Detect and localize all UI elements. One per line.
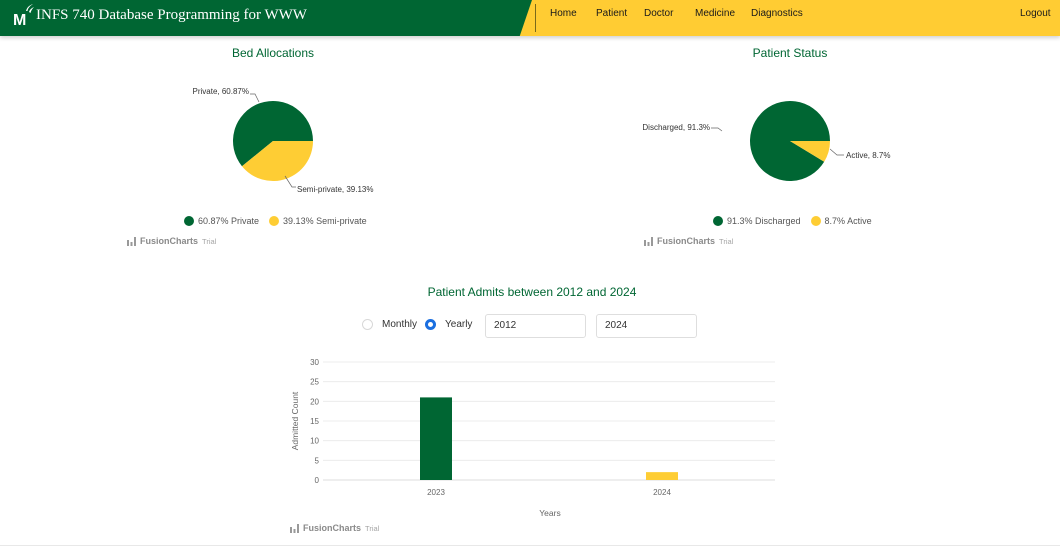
y-tick-25: 25	[310, 378, 319, 387]
y-tick-5: 5	[315, 456, 320, 465]
page-bottom-divider	[0, 545, 1060, 546]
bar-y-tick-labels: 0 5 10 15 20 25 30	[310, 358, 319, 485]
y-tick-20: 20	[310, 397, 319, 406]
fusioncharts-brand: FusionCharts	[303, 523, 362, 533]
y-tick-0: 0	[315, 476, 320, 485]
bar-series	[420, 397, 678, 480]
fusioncharts-bar-icon	[290, 523, 299, 533]
y-tick-10: 10	[310, 437, 319, 446]
fusioncharts-watermark-3: FusionCharts Trial	[290, 523, 379, 533]
bar-grid	[323, 361, 775, 481]
x-tick-2023: 2023	[427, 488, 445, 497]
x-axis-title: Years	[539, 508, 560, 518]
fusioncharts-trial: Trial	[365, 523, 380, 533]
bar-x-tick-labels: 2023 2024	[427, 488, 671, 497]
y-tick-30: 30	[310, 358, 319, 367]
y-tick-15: 15	[310, 417, 319, 426]
patient-admits-bar-chart: 0 5 10 15 20 25 30 2023 2024 Years Admitted Cou…	[290, 358, 775, 518]
bar-2024[interactable]	[646, 472, 678, 480]
bar-2023[interactable]	[420, 397, 452, 480]
x-tick-2024: 2024	[653, 488, 671, 497]
y-axis-title: Admitted Count	[290, 391, 300, 450]
